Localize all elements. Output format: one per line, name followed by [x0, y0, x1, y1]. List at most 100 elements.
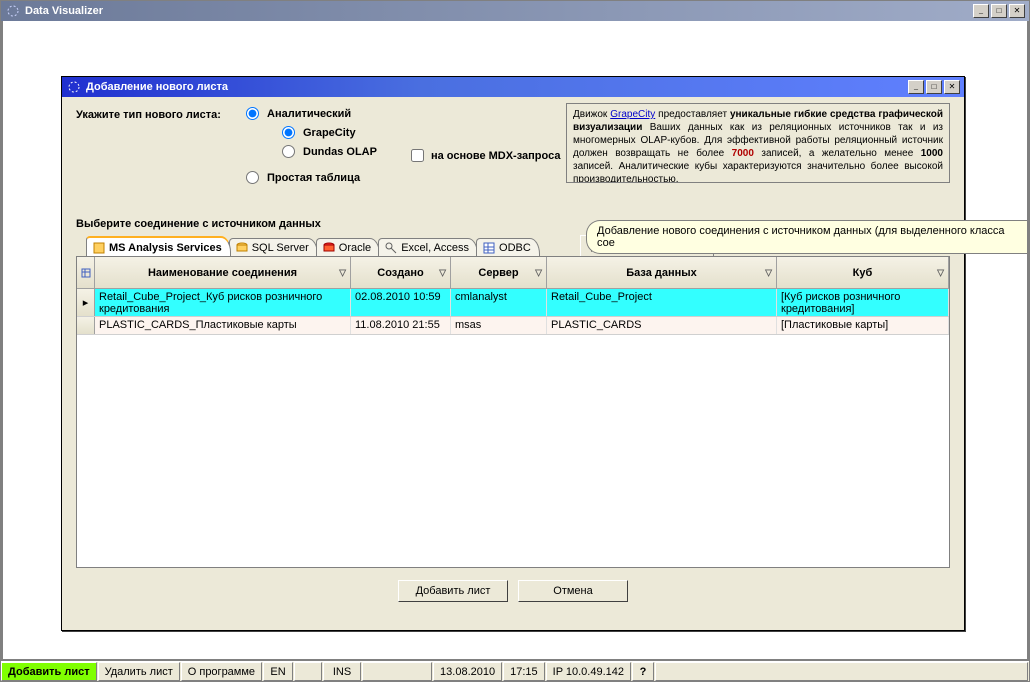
radio-grapecity-input[interactable]: [282, 126, 295, 139]
column-header-created-label: Создано: [377, 267, 423, 279]
tab-oracle[interactable]: Oracle: [316, 238, 380, 256]
tab-msas[interactable]: MS Analysis Services: [86, 236, 231, 256]
status-help[interactable]: ?: [632, 662, 654, 681]
radio-dundas[interactable]: Dundas OLAP: [282, 145, 377, 158]
grid-icon: [483, 242, 495, 254]
cube-icon: [93, 242, 105, 254]
cell-server: msas: [451, 317, 547, 334]
tab-excel[interactable]: Excel, Access: [378, 238, 478, 256]
radio-dundas-label: Dundas OLAP: [303, 146, 377, 158]
info-text: записей, а желательно менее: [754, 148, 921, 159]
grid-corner[interactable]: [77, 257, 95, 288]
info-text: записей. Аналитические кубы характеризую…: [573, 161, 943, 183]
radio-plain-table-input[interactable]: [246, 171, 259, 184]
filter-icon[interactable]: ▽: [765, 267, 772, 278]
checkbox-mdx-label: на основе MDX-запроса: [431, 150, 561, 162]
column-header-db[interactable]: База данных ▽: [547, 257, 777, 288]
table-row[interactable]: ▸ Retail_Cube_Project_Куб рисков розничн…: [77, 289, 949, 317]
status-delete-sheet[interactable]: Удалить лист: [98, 662, 180, 681]
add-sheet-button[interactable]: Добавить лист: [398, 580, 508, 602]
status-lang[interactable]: EN: [263, 662, 293, 681]
dialog-close-button[interactable]: ✕: [944, 80, 960, 94]
main-window-title: Data Visualizer: [25, 5, 973, 17]
filter-icon[interactable]: ▽: [937, 267, 944, 278]
table-row[interactable]: PLASTIC_CARDS_Пластиковые карты 11.08.20…: [77, 317, 949, 335]
tab-sqlserver-label: SQL Server: [252, 242, 309, 254]
filter-icon[interactable]: ▽: [439, 267, 446, 278]
checkbox-mdx[interactable]: на основе MDX-запроса: [407, 146, 561, 165]
status-add-sheet[interactable]: Добавить лист: [1, 662, 97, 681]
sheet-type-label: Укажите тип нового листа:: [76, 107, 246, 121]
column-header-cube[interactable]: Куб ▽: [777, 257, 949, 288]
db-icon: [323, 242, 335, 254]
cell-name: PLASTIC_CARDS_Пластиковые карты: [95, 317, 351, 334]
filter-icon[interactable]: ▽: [339, 267, 346, 278]
checkbox-mdx-input[interactable]: [411, 149, 424, 162]
cell-server: cmlanalyst: [451, 289, 547, 316]
column-header-name-label: Наименование соединения: [148, 267, 297, 279]
info-box: Движок GrapeCity предоставляет уникальны…: [566, 103, 950, 183]
tab-odbc[interactable]: ODBC: [476, 238, 540, 256]
tab-excel-label: Excel, Access: [401, 242, 469, 254]
tooltip-banner: Добавление нового соединения с источнико…: [586, 220, 1027, 254]
app-icon: [5, 3, 21, 19]
row-selector-icon[interactable]: ▸: [77, 289, 95, 316]
grapecity-link[interactable]: GrapeCity: [610, 109, 655, 120]
main-client-area: Добавление нового соединения с источнико…: [1, 21, 1029, 661]
dialog-title-bar: Добавление нового листа _ □ ✕: [62, 77, 964, 97]
status-about[interactable]: О программе: [181, 662, 262, 681]
row-selector-icon[interactable]: [77, 317, 95, 334]
dialog-window: Добавление нового листа _ □ ✕ Движок Gra…: [61, 76, 965, 631]
main-window: Data Visualizer _ □ ✕ Добавление нового …: [0, 0, 1030, 682]
info-limit-2: 1000: [921, 148, 943, 159]
radio-grapecity[interactable]: GrapeCity: [282, 126, 377, 139]
dialog-maximize-button[interactable]: □: [926, 80, 942, 94]
tab-sqlserver[interactable]: SQL Server: [229, 238, 318, 256]
tab-msas-label: MS Analysis Services: [109, 242, 222, 254]
column-header-server[interactable]: Сервер ▽: [451, 257, 547, 288]
cell-db: PLASTIC_CARDS: [547, 317, 777, 334]
grid-header: Наименование соединения ▽ Создано ▽ Серв…: [77, 257, 949, 289]
close-button[interactable]: ✕: [1009, 4, 1025, 18]
status-ins: INS: [323, 662, 361, 681]
column-header-server-label: Сервер: [478, 267, 518, 279]
status-ip: IP 10.0.49.142: [546, 662, 631, 681]
filter-icon[interactable]: ▽: [535, 267, 542, 278]
minimize-button[interactable]: _: [973, 4, 989, 18]
column-header-created[interactable]: Создано ▽: [351, 257, 451, 288]
maximize-button[interactable]: □: [991, 4, 1007, 18]
dialog-body: Движок GrapeCity предоставляет уникальны…: [62, 97, 964, 630]
dialog-minimize-button[interactable]: _: [908, 80, 924, 94]
status-empty: [362, 662, 432, 681]
status-date: 13.08.2010: [433, 662, 502, 681]
info-limit-1: 7000: [732, 148, 754, 159]
dialog-buttons: Добавить лист Отмена: [76, 568, 950, 606]
main-title-bar: Data Visualizer _ □ ✕: [1, 1, 1029, 21]
key-icon: [385, 242, 397, 254]
cell-db: Retail_Cube_Project: [547, 289, 777, 316]
radio-dundas-input[interactable]: [282, 145, 295, 158]
cell-created: 11.08.2010 21:55: [351, 317, 451, 334]
cell-name: Retail_Cube_Project_Куб рисков розничног…: [95, 289, 351, 316]
radio-plain-table-label: Простая таблица: [267, 172, 360, 184]
status-bar: Добавить лист Удалить лист О программе E…: [1, 661, 1029, 681]
connections-grid: Наименование соединения ▽ Создано ▽ Серв…: [76, 256, 950, 568]
dialog-icon: [66, 79, 82, 95]
column-header-db-label: База данных: [626, 267, 697, 279]
info-text: предоставляет: [655, 109, 730, 120]
cell-cube: [Пластиковые карты]: [777, 317, 949, 334]
column-header-cube-label: Куб: [853, 267, 873, 279]
radio-analytic-label: Аналитический: [267, 108, 351, 120]
db-icon: [236, 242, 248, 254]
dialog-title: Добавление нового листа: [86, 81, 908, 93]
radio-analytic[interactable]: Аналитический: [246, 107, 560, 120]
radio-analytic-input[interactable]: [246, 107, 259, 120]
info-text: Движок: [573, 109, 610, 120]
tab-oracle-label: Oracle: [339, 242, 371, 254]
cell-created: 02.08.2010 10:59: [351, 289, 451, 316]
status-empty: [294, 662, 322, 681]
tooltip-text: Добавление нового соединения с источнико…: [597, 225, 1017, 249]
radio-plain-table[interactable]: Простая таблица: [246, 171, 560, 184]
column-header-name[interactable]: Наименование соединения ▽: [95, 257, 351, 288]
cancel-button[interactable]: Отмена: [518, 580, 628, 602]
